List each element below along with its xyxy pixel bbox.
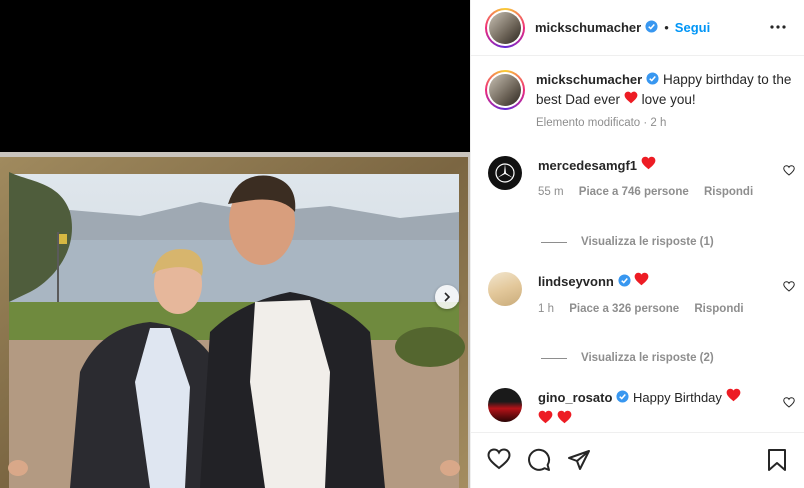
next-photo-button[interactable] xyxy=(435,285,459,309)
divider-line xyxy=(541,357,567,359)
view-replies-label[interactable]: Visualizza le risposte (2) xyxy=(581,352,714,364)
commenter-avatar[interactable] xyxy=(488,156,522,190)
separator-dot: • xyxy=(664,20,669,35)
comment-username[interactable]: lindseyvonn xyxy=(538,274,614,289)
comment-item: mercedesamgf1 55 m Piace a 746 persone R… xyxy=(485,156,795,201)
view-replies-button[interactable]: Visualizza le risposte (2) xyxy=(541,352,714,364)
chevron-right-icon xyxy=(442,290,452,305)
comment-username[interactable]: gino_rosato xyxy=(538,390,612,405)
verified-icon xyxy=(646,71,659,90)
heart-icon[interactable] xyxy=(783,396,795,411)
instagram-post-view: mickschumacher • Segui mickschumacher Ha… xyxy=(0,0,804,488)
comment-meta: 55 m Piace a 746 persone Rispondi xyxy=(538,183,765,201)
caption-username[interactable]: mickschumacher xyxy=(536,72,642,87)
comment-body: gino_rosato Happy Birthday xyxy=(538,388,741,429)
comment-body: mercedesamgf1 55 m Piace a 746 persone R… xyxy=(538,156,765,201)
heart-icon[interactable] xyxy=(783,280,795,295)
caption-meta: Elemento modificato · 2 h xyxy=(536,116,667,129)
caption-text-after: love you! xyxy=(641,91,696,107)
commenter-avatar[interactable] xyxy=(488,272,522,306)
comment-text: Happy Birthday xyxy=(633,390,722,405)
view-replies-button[interactable]: Visualizza le risposte (1) xyxy=(541,236,714,248)
author-username[interactable]: mickschumacher xyxy=(535,20,641,35)
verified-icon xyxy=(616,390,629,408)
caption-avatar[interactable] xyxy=(485,70,525,110)
comment-time: 1 h xyxy=(538,302,554,315)
verified-icon xyxy=(645,19,658,36)
comment-item: gino_rosato Happy Birthday xyxy=(485,388,795,429)
view-replies-label[interactable]: Visualizza le risposte (1) xyxy=(581,236,714,248)
more-icon[interactable] xyxy=(769,18,787,39)
bookmark-icon[interactable] xyxy=(767,448,787,475)
post-photo xyxy=(0,152,470,488)
follow-button[interactable]: Segui xyxy=(675,20,710,35)
heart-icon xyxy=(641,156,656,173)
divider-line xyxy=(541,241,567,243)
comment-likes[interactable]: Piace a 746 persone xyxy=(579,186,689,198)
post-caption: mickschumacher Happy birthday to the bes… xyxy=(485,70,795,133)
heart-icon xyxy=(624,91,638,107)
heart-icon xyxy=(557,410,572,427)
comment-body: lindseyvonn 1 h Piace a 326 persone Risp… xyxy=(538,272,756,318)
heart-icon xyxy=(634,272,649,289)
commenter-avatar[interactable] xyxy=(488,388,522,422)
post-actions xyxy=(471,432,804,488)
comment-meta: 1 h Piace a 326 persone Rispondi xyxy=(538,300,756,318)
like-heart-icon[interactable] xyxy=(487,448,511,473)
heart-row xyxy=(538,410,741,429)
heart-icon xyxy=(538,410,553,427)
post-header: mickschumacher • Segui xyxy=(471,0,804,56)
comment-time: 55 m xyxy=(538,186,564,198)
comment-likes[interactable]: Piace a 326 persone xyxy=(569,303,679,315)
post-media xyxy=(0,0,470,488)
author-avatar[interactable] xyxy=(485,7,525,48)
post-sidebar: mickschumacher • Segui mickschumacher Ha… xyxy=(470,0,804,488)
comment-item: lindseyvonn 1 h Piace a 326 persone Risp… xyxy=(485,272,795,318)
share-icon[interactable] xyxy=(567,448,591,475)
heart-icon xyxy=(726,388,741,405)
heart-icon[interactable] xyxy=(783,164,795,179)
comment-icon[interactable] xyxy=(527,448,551,475)
reply-button[interactable]: Rispondi xyxy=(694,303,743,315)
caption-body: mickschumacher Happy birthday to the bes… xyxy=(536,70,795,133)
verified-icon xyxy=(618,274,631,292)
comment-username[interactable]: mercedesamgf1 xyxy=(538,158,637,173)
mercedes-logo-icon xyxy=(495,163,515,183)
reply-button[interactable]: Rispondi xyxy=(704,186,753,198)
